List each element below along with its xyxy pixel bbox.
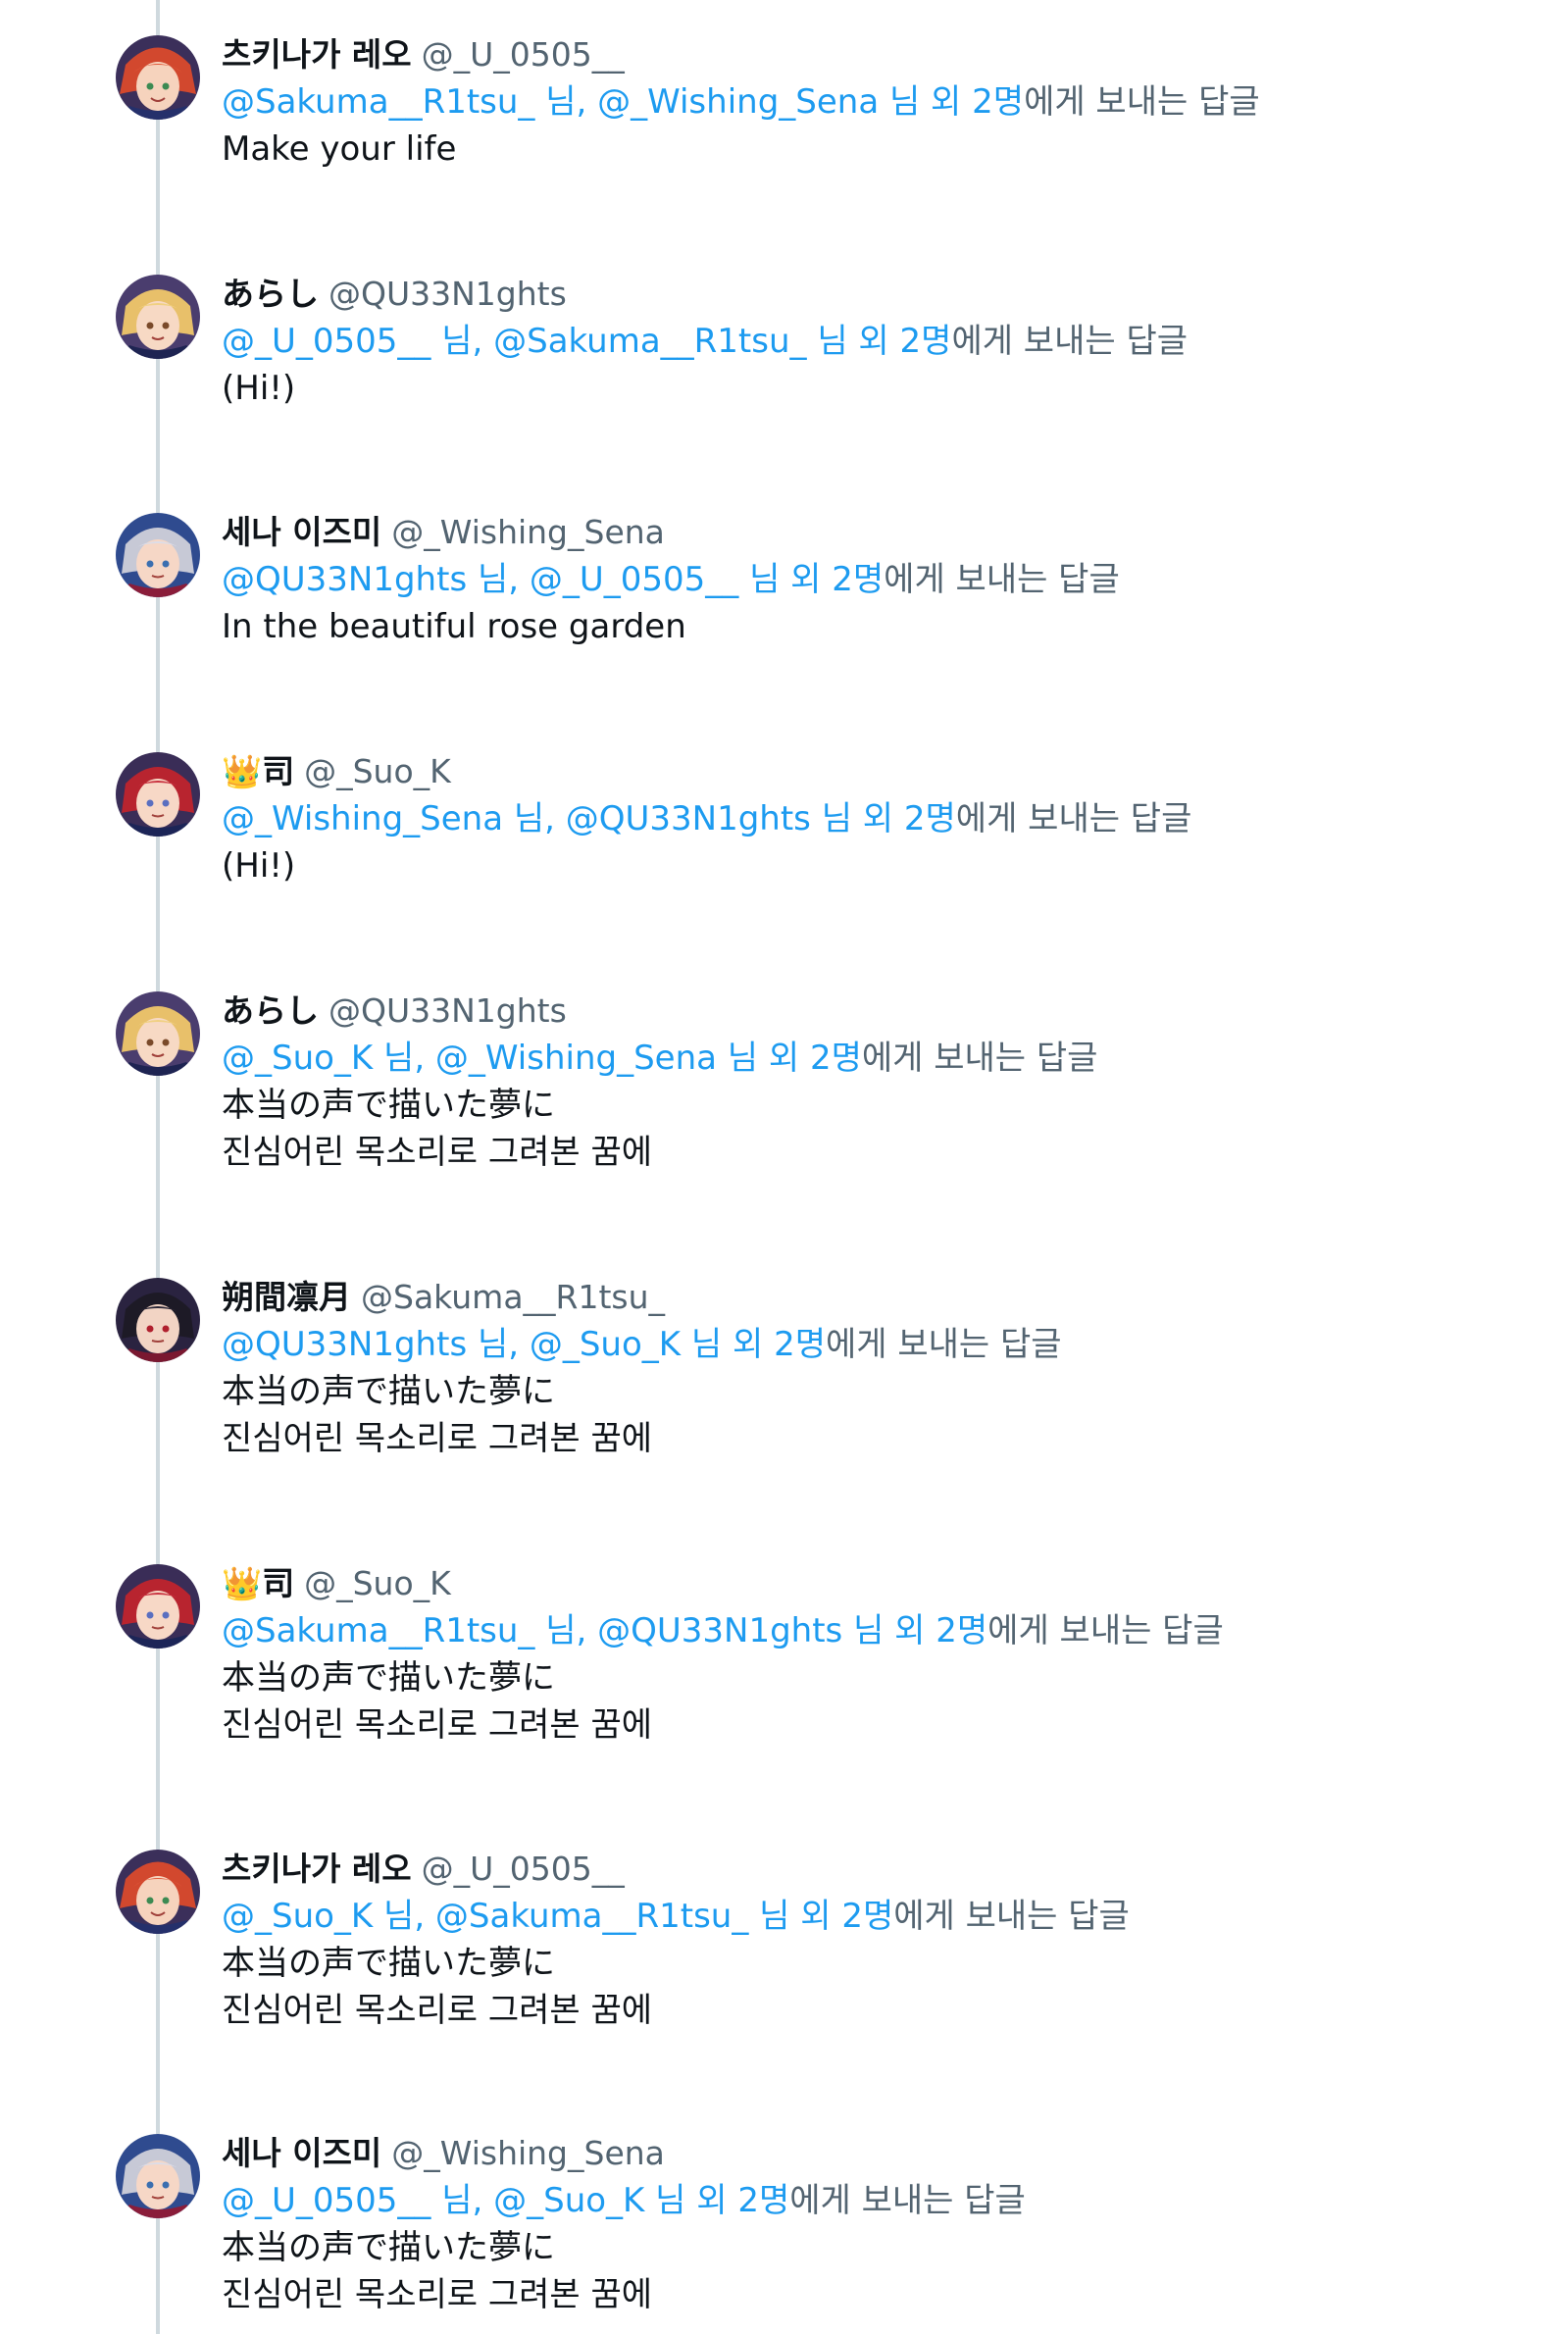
reply-suffix: 에게 보내는 답글 [893, 1897, 1130, 1936]
user-handle[interactable]: @_U_0505__ [422, 1850, 625, 1888]
tweet-text-line: 진심어린 목소리로 그려본 꿈에 [222, 1705, 653, 1745]
tweet-text-line: 本当の声で描いた夢に [222, 1372, 555, 1411]
tweet-content: 세나 이즈미 @_Wishing_Sena @QU33N1ghts 님, @_U_… [222, 509, 1529, 650]
replying-to: @Sakuma__R1tsu_ 님, @QU33N1ghts 님 외 2명에게 … [222, 1607, 1529, 1654]
tweet-content: 츠키나가 레오 @_U_0505__ @Sakuma__R1tsu_ 님, @_W… [222, 31, 1529, 173]
user-handle[interactable]: @_Suo_K [304, 752, 451, 790]
avatar-image [116, 513, 200, 597]
reply-mentions-link[interactable]: @QU33N1ghts 님, @_U_0505__ 님 외 2명 [222, 560, 884, 599]
tweet-header: 朔間凛月 @Sakuma__R1tsu_ [222, 1274, 1529, 1321]
replying-to: @Sakuma__R1tsu_ 님, @_Wishing_Sena 님 외 2명… [222, 78, 1529, 126]
tweet-text-line: 本当の声で描いた夢に [222, 2228, 555, 2267]
tweet-content: 츠키나가 레오 @_U_0505__ @_Suo_K 님, @Sakuma__R1… [222, 1846, 1529, 2034]
tweet-header: 세나 이즈미 @_Wishing_Sena [222, 509, 1529, 556]
user-handle[interactable]: @QU33N1ghts [329, 991, 567, 1030]
crown-icon: 👑 [222, 752, 263, 790]
display-name[interactable]: 세나 이즈미 [222, 513, 381, 551]
reply-mentions-link[interactable]: @_Suo_K 님, @Sakuma__R1tsu_ 님 외 2명 [222, 1897, 893, 1936]
reply-mentions-link[interactable]: @_U_0505__ 님, @_Suo_K 님 외 2명 [222, 2181, 789, 2220]
reply-mentions-link[interactable]: @Sakuma__R1tsu_ 님, @QU33N1ghts 님 외 2명 [222, 1611, 987, 1650]
avatar-image [116, 35, 200, 120]
avatar-image [116, 2134, 200, 2218]
reply-suffix: 에게 보내는 답글 [1024, 82, 1260, 122]
reply-mentions-link[interactable]: @Sakuma__R1tsu_ 님, @_Wishing_Sena 님 외 2명 [222, 82, 1024, 122]
replying-to: @_Wishing_Sena 님, @QU33N1ghts 님 외 2명에게 보… [222, 795, 1529, 842]
avatar-image [116, 275, 200, 359]
avatar-image [116, 1278, 200, 1362]
avatar[interactable] [116, 275, 200, 359]
crown-icon: 👑 [222, 1564, 263, 1602]
tweet-header: 츠키나가 레오 @_U_0505__ [222, 1846, 1529, 1893]
display-name[interactable]: 司 [262, 1564, 294, 1602]
tweet-header: 세나 이즈미 @_Wishing_Sena [222, 2130, 1529, 2177]
tweet-text-line: (Hi!) [222, 846, 296, 886]
display-name[interactable]: 朔間凛月 [222, 1278, 351, 1316]
tweet-header: 👑司 @_Suo_K [222, 1560, 1529, 1607]
tweet-text-line: 진심어린 목소리로 그려본 꿈에 [222, 1991, 653, 2030]
tweet-text-line: 진심어린 목소리로 그려본 꿈에 [222, 1419, 653, 1458]
display-name[interactable]: 司 [262, 752, 294, 790]
avatar[interactable] [116, 35, 200, 120]
reply-mentions-link[interactable]: @_Suo_K 님, @_Wishing_Sena 님 외 2명 [222, 1039, 862, 1078]
user-handle[interactable]: @_Wishing_Sena [391, 513, 665, 551]
tweet-text-line: 진심어린 목소리로 그려본 꿈에 [222, 1133, 653, 1172]
user-handle[interactable]: @_Wishing_Sena [391, 2134, 665, 2172]
reply-mentions-link[interactable]: @QU33N1ghts 님, @_Suo_K 님 외 2명 [222, 1325, 826, 1364]
avatar[interactable] [116, 991, 200, 1076]
reply-suffix: 에게 보내는 답글 [789, 2181, 1026, 2220]
tweet-text-line: 本当の声で描いた夢に [222, 1086, 555, 1125]
tweet-text-line: In the beautiful rose garden [222, 607, 686, 646]
tweet-text-line: 本当の声で描いた夢に [222, 1658, 555, 1698]
reply-suffix: 에게 보내는 답글 [884, 560, 1120, 599]
tweet-header: 츠키나가 레오 @_U_0505__ [222, 31, 1529, 78]
avatar-image [116, 1564, 200, 1649]
tweet-text-line: 本当の声で描いた夢に [222, 1944, 555, 1983]
tweet-content: 👑司 @_Suo_K @_Wishing_Sena 님, @QU33N1ghts … [222, 748, 1529, 889]
tweet-content: 朔間凛月 @Sakuma__R1tsu_ @QU33N1ghts 님, @_Suo… [222, 1274, 1529, 1462]
reply-suffix: 에게 보내는 답글 [861, 1039, 1098, 1078]
tweet-content: あらし @QU33N1ghts @_Suo_K 님, @_Wishing_Sena… [222, 988, 1529, 1176]
avatar-image [116, 991, 200, 1076]
tweet-text-line: (Hi!) [222, 369, 296, 408]
tweet-header: 👑司 @_Suo_K [222, 748, 1529, 795]
tweet-header: あらし @QU33N1ghts [222, 271, 1529, 318]
tweet-content: 세나 이즈미 @_Wishing_Sena @_U_0505__ 님, @_Suo… [222, 2130, 1529, 2318]
replying-to: @QU33N1ghts 님, @_Suo_K 님 외 2명에게 보내는 답글 [222, 1321, 1529, 1368]
replying-to: @_U_0505__ 님, @Sakuma__R1tsu_ 님 외 2명에게 보… [222, 318, 1529, 365]
tweet-text-line: 진심어린 목소리로 그려본 꿈에 [222, 2275, 653, 2314]
reply-suffix: 에게 보내는 답글 [987, 1611, 1224, 1650]
reply-suffix: 에게 보내는 답글 [951, 322, 1189, 361]
user-handle[interactable]: @Sakuma__R1tsu_ [361, 1278, 665, 1316]
replying-to: @_Suo_K 님, @Sakuma__R1tsu_ 님 외 2명에게 보내는 … [222, 1893, 1529, 1940]
display-name[interactable]: あらし [222, 991, 319, 1030]
display-name[interactable]: 츠키나가 레오 [222, 35, 412, 74]
reply-mentions-link[interactable]: @_U_0505__ 님, @Sakuma__R1tsu_ 님 외 2명 [222, 322, 951, 361]
avatar[interactable] [116, 1278, 200, 1362]
replying-to: @_U_0505__ 님, @_Suo_K 님 외 2명에게 보내는 답글 [222, 2177, 1529, 2224]
reply-mentions-link[interactable]: @_Wishing_Sena 님, @QU33N1ghts 님 외 2명 [222, 799, 956, 838]
tweet-text-line: Make your life [222, 129, 457, 169]
avatar[interactable] [116, 513, 200, 597]
tweet-content: あらし @QU33N1ghts @_U_0505__ 님, @Sakuma__R1… [222, 271, 1529, 412]
display-name[interactable]: あらし [222, 275, 319, 313]
avatar-image [116, 1850, 200, 1934]
display-name[interactable]: 세나 이즈미 [222, 2134, 381, 2172]
avatar[interactable] [116, 2134, 200, 2218]
avatar[interactable] [116, 1564, 200, 1649]
avatar[interactable] [116, 752, 200, 837]
user-handle[interactable]: @_Suo_K [304, 1564, 451, 1602]
replying-to: @_Suo_K 님, @_Wishing_Sena 님 외 2명에게 보내는 답… [222, 1035, 1529, 1082]
tweet-content: 👑司 @_Suo_K @Sakuma__R1tsu_ 님, @QU33N1ghts… [222, 1560, 1529, 1749]
display-name[interactable]: 츠키나가 레오 [222, 1850, 412, 1888]
replying-to: @QU33N1ghts 님, @_U_0505__ 님 외 2명에게 보내는 답… [222, 556, 1529, 603]
reply-suffix: 에게 보내는 답글 [825, 1325, 1062, 1364]
avatar-image [116, 752, 200, 837]
user-handle[interactable]: @QU33N1ghts [329, 275, 567, 313]
user-handle[interactable]: @_U_0505__ [422, 35, 625, 74]
avatar[interactable] [116, 1850, 200, 1934]
reply-suffix: 에게 보내는 답글 [955, 799, 1192, 838]
tweet-header: あらし @QU33N1ghts [222, 988, 1529, 1035]
